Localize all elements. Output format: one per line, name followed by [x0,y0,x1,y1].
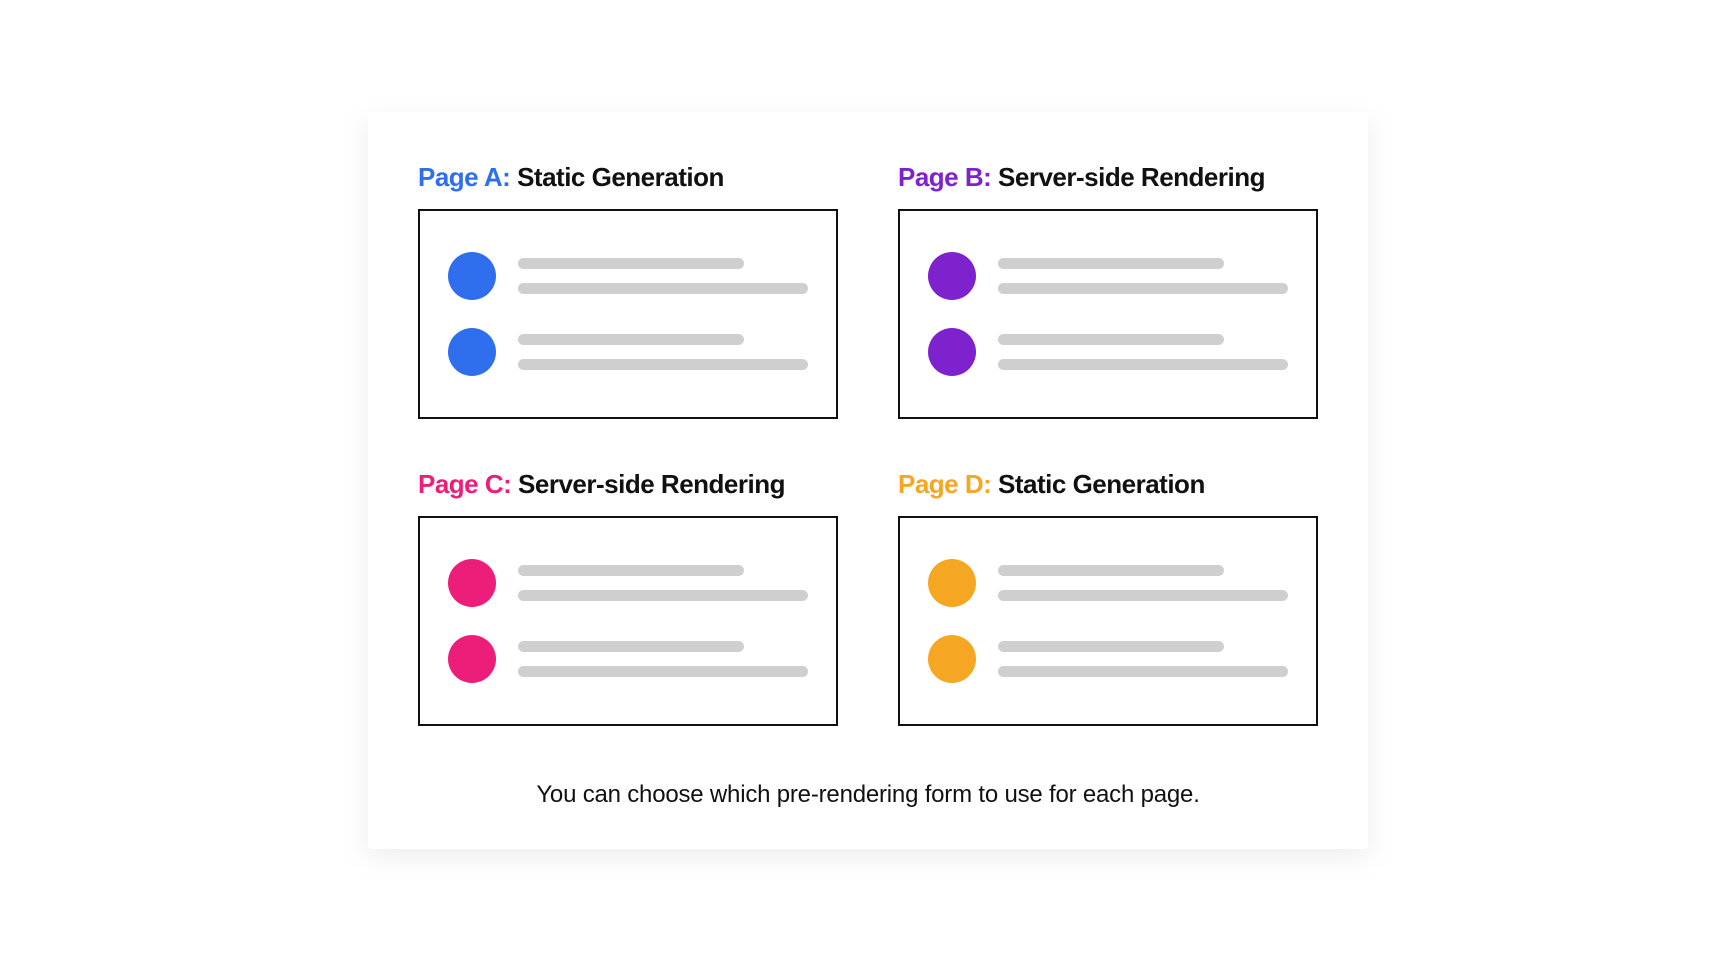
placeholder-lines [998,334,1288,370]
diagram-card: Page A: Static Generation [368,112,1368,849]
circle-icon [928,635,976,683]
preview-row [928,328,1288,376]
placeholder-line [998,359,1288,370]
placeholder-line [998,258,1224,269]
placeholder-line [518,565,744,576]
tile-title: Page C: Server-side Rendering [418,469,838,500]
tile-page-b: Page B: Server-side Rendering [898,162,1318,419]
placeholder-lines [518,641,808,677]
page-preview-box [898,516,1318,726]
placeholder-lines [998,258,1288,294]
preview-row [448,635,808,683]
placeholder-line [518,641,744,652]
tile-title: Page D: Static Generation [898,469,1318,500]
preview-row [448,328,808,376]
placeholder-line [998,590,1288,601]
circle-icon [928,252,976,300]
tile-method: Static Generation [517,162,724,192]
circle-icon [448,559,496,607]
circle-icon [448,635,496,683]
placeholder-line [518,666,808,677]
placeholder-line [998,666,1288,677]
circle-icon [928,328,976,376]
page-preview-box [418,209,838,419]
tile-label: Page B: [898,162,991,192]
placeholder-line [998,641,1224,652]
tile-title: Page B: Server-side Rendering [898,162,1318,193]
placeholder-line [518,359,808,370]
circle-icon [448,252,496,300]
placeholder-lines [518,334,808,370]
placeholder-line [518,590,808,601]
tiles-grid: Page A: Static Generation [418,162,1318,726]
placeholder-lines [998,565,1288,601]
tile-method: Server-side Rendering [998,162,1265,192]
page-preview-box [418,516,838,726]
tile-label: Page D: [898,469,991,499]
placeholder-line [518,283,808,294]
tile-page-a: Page A: Static Generation [418,162,838,419]
tile-label: Page C: [418,469,511,499]
placeholder-line [998,283,1288,294]
placeholder-lines [518,565,808,601]
preview-row [928,635,1288,683]
circle-icon [928,559,976,607]
tile-title: Page A: Static Generation [418,162,838,193]
caption-text: You can choose which pre-rendering form … [418,781,1318,809]
placeholder-line [518,334,744,345]
preview-row [448,559,808,607]
page-preview-box [898,209,1318,419]
circle-icon [448,328,496,376]
placeholder-lines [518,258,808,294]
preview-row [448,252,808,300]
placeholder-line [518,258,744,269]
tile-method: Server-side Rendering [518,469,785,499]
preview-row [928,252,1288,300]
placeholder-lines [998,641,1288,677]
tile-page-c: Page C: Server-side Rendering [418,469,838,726]
tile-label: Page A: [418,162,510,192]
preview-row [928,559,1288,607]
placeholder-line [998,334,1224,345]
tile-page-d: Page D: Static Generation [898,469,1318,726]
tile-method: Static Generation [998,469,1205,499]
placeholder-line [998,565,1224,576]
